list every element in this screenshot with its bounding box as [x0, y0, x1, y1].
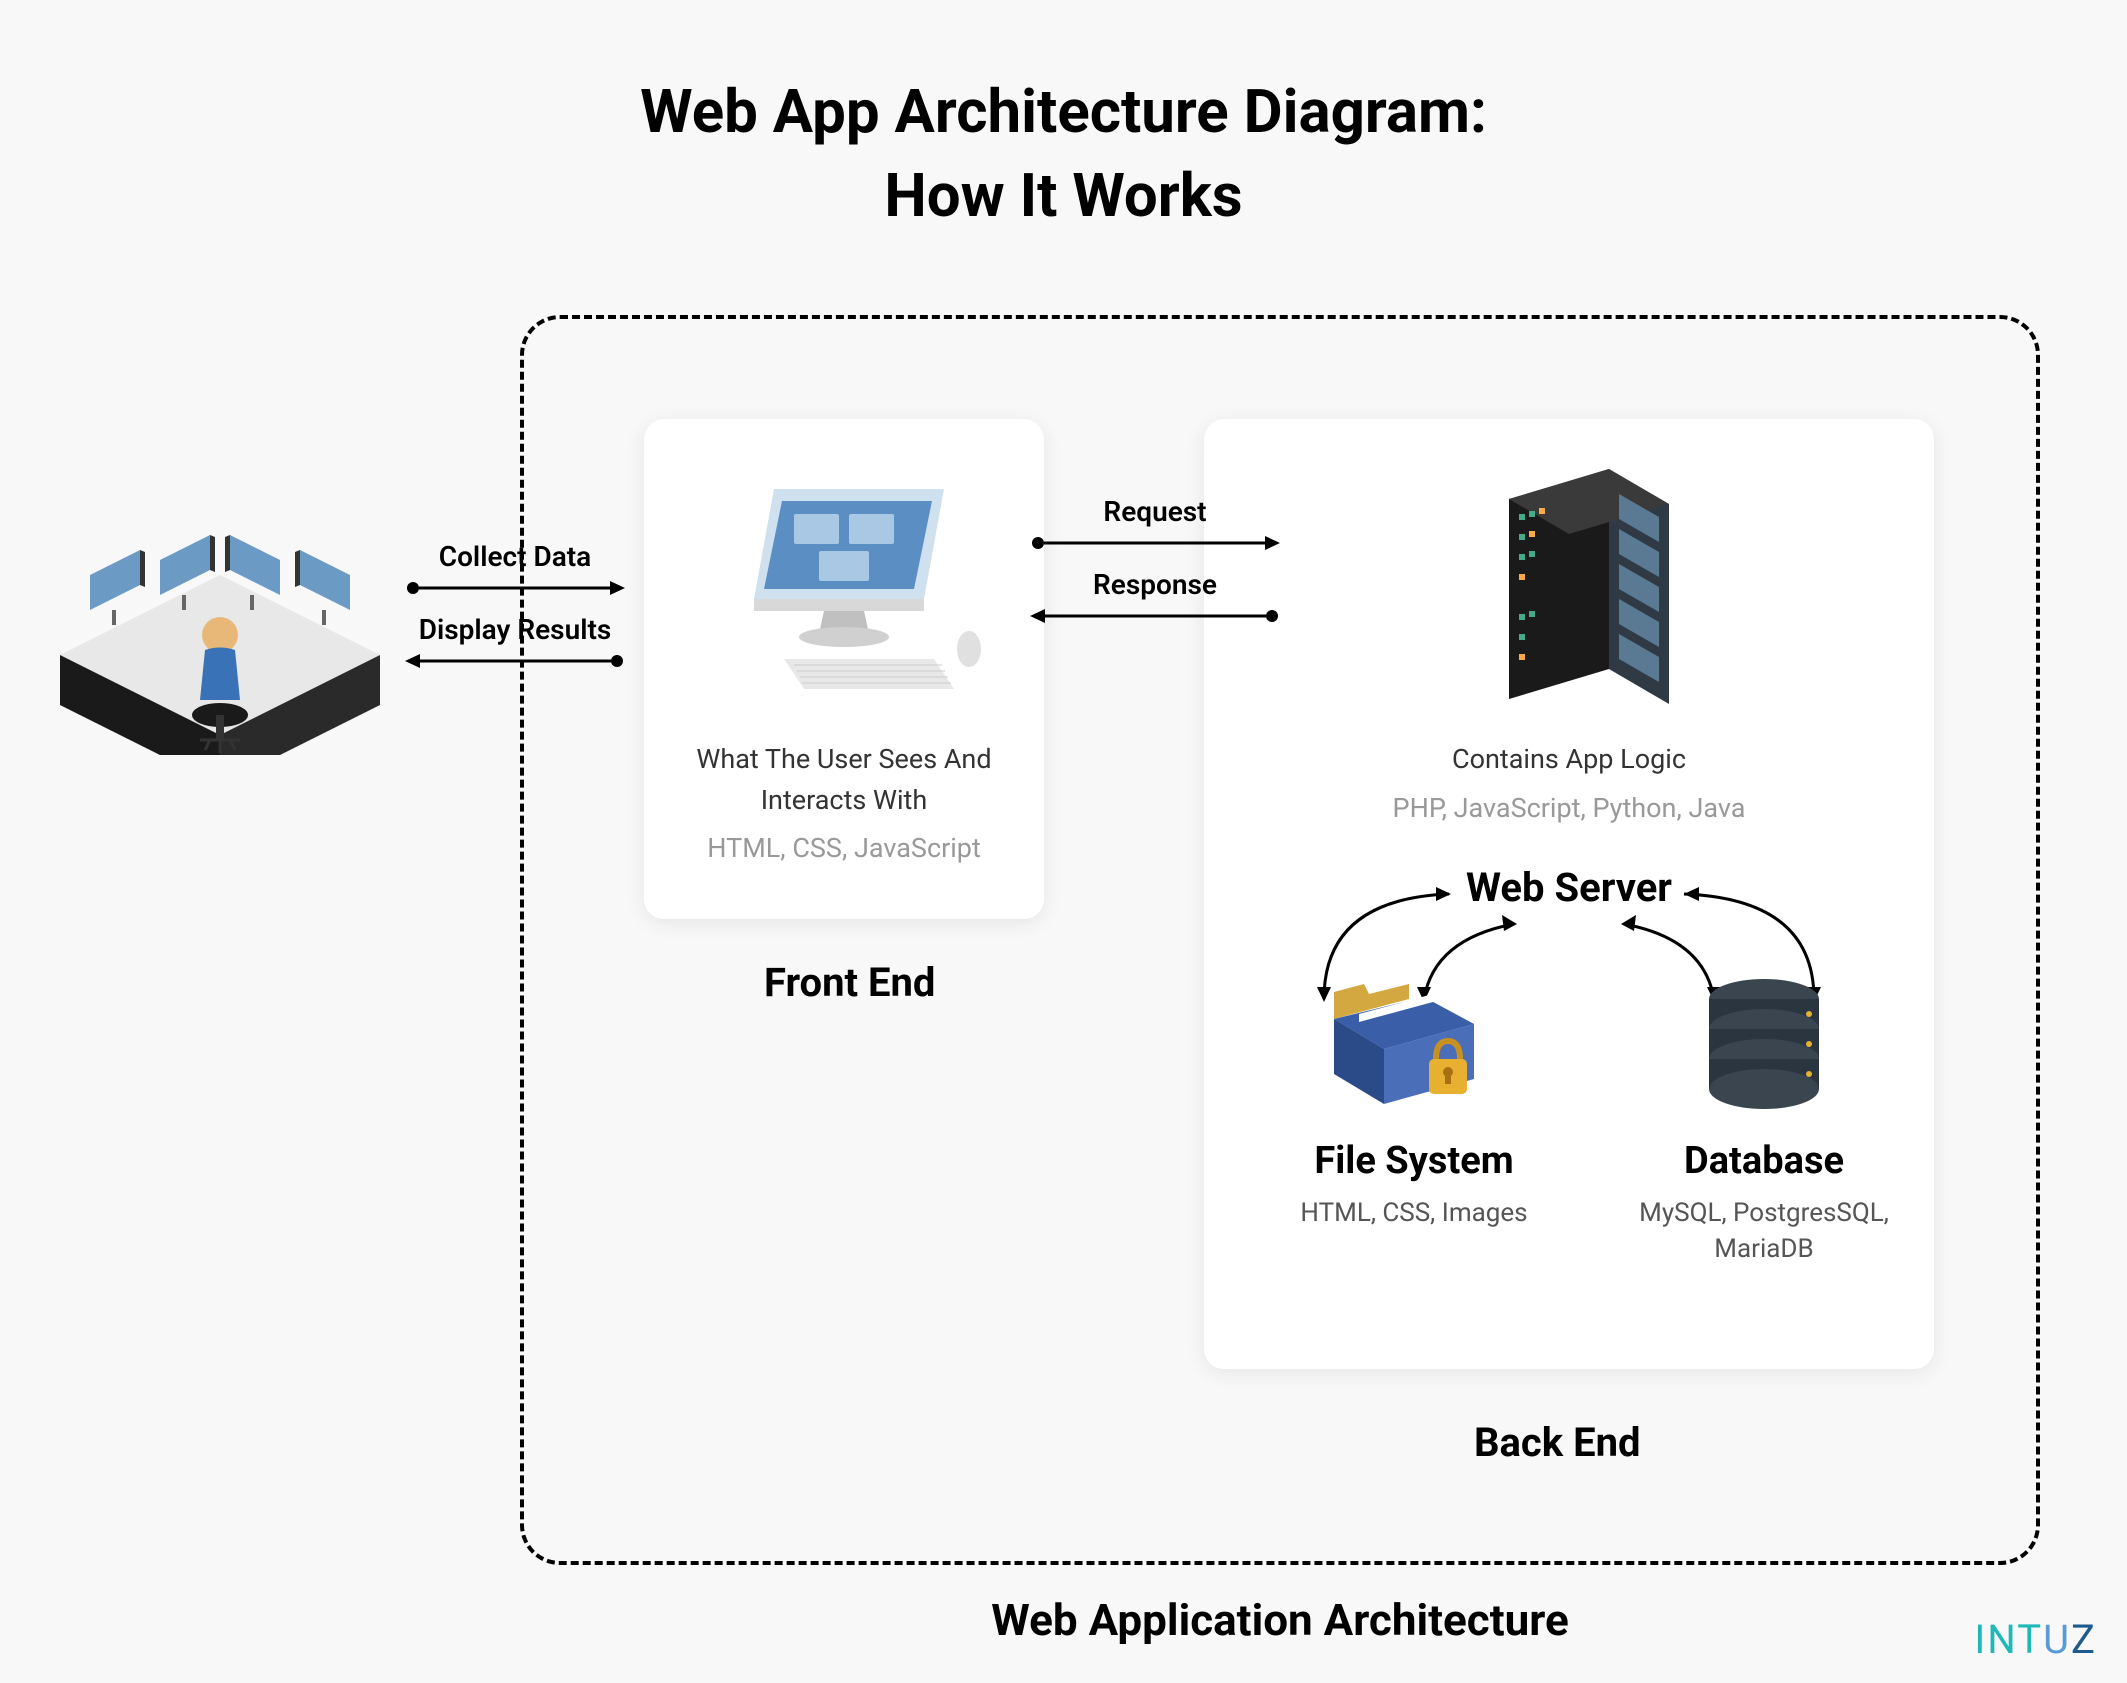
database-title: Database: [1624, 1139, 1904, 1183]
architecture-label: Web Application Architecture: [524, 1594, 2036, 1646]
filesystem-section: File System HTML, CSS, Images: [1264, 969, 1564, 1231]
user-workstation-icon: [50, 505, 390, 755]
backend-server-tech: PHP, JavaScript, Python, Java: [1234, 792, 1904, 824]
diagram-title: Web App Architecture Diagram: How It Wor…: [0, 0, 2127, 238]
backend-card: Contains App Logic PHP, JavaScript, Pyth…: [1204, 419, 1934, 1369]
frontend-tech: HTML, CSS, JavaScript: [674, 832, 1014, 864]
backend-server-description: Contains App Logic: [1234, 739, 1904, 780]
folder-lock-icon: [1264, 969, 1564, 1119]
database-icon: [1624, 969, 1904, 1119]
request-label: Request: [1055, 495, 1255, 528]
frontend-label: Front End: [764, 959, 935, 1006]
brand-logo: INTUZ: [1974, 1616, 2097, 1663]
filesystem-tech: HTML, CSS, Images: [1264, 1195, 1564, 1231]
backend-label: Back End: [1474, 1419, 1641, 1466]
database-tech: MySQL, PostgresSQL, MariaDB: [1624, 1195, 1904, 1268]
frontend-backend-arrows: Request Response: [1055, 495, 1255, 631]
response-label: Response: [1055, 568, 1255, 601]
frontend-description: What The User Sees And Interacts With: [674, 739, 1014, 820]
monitor-icon: [674, 449, 1014, 729]
frontend-card: What The User Sees And Interacts With HT…: [644, 419, 1044, 919]
architecture-boundary: Web Application Architecture: [520, 315, 2040, 1565]
database-section: Database MySQL, PostgresSQL, MariaDB: [1624, 969, 1904, 1268]
filesystem-title: File System: [1264, 1139, 1564, 1183]
server-icon: [1234, 449, 1904, 729]
